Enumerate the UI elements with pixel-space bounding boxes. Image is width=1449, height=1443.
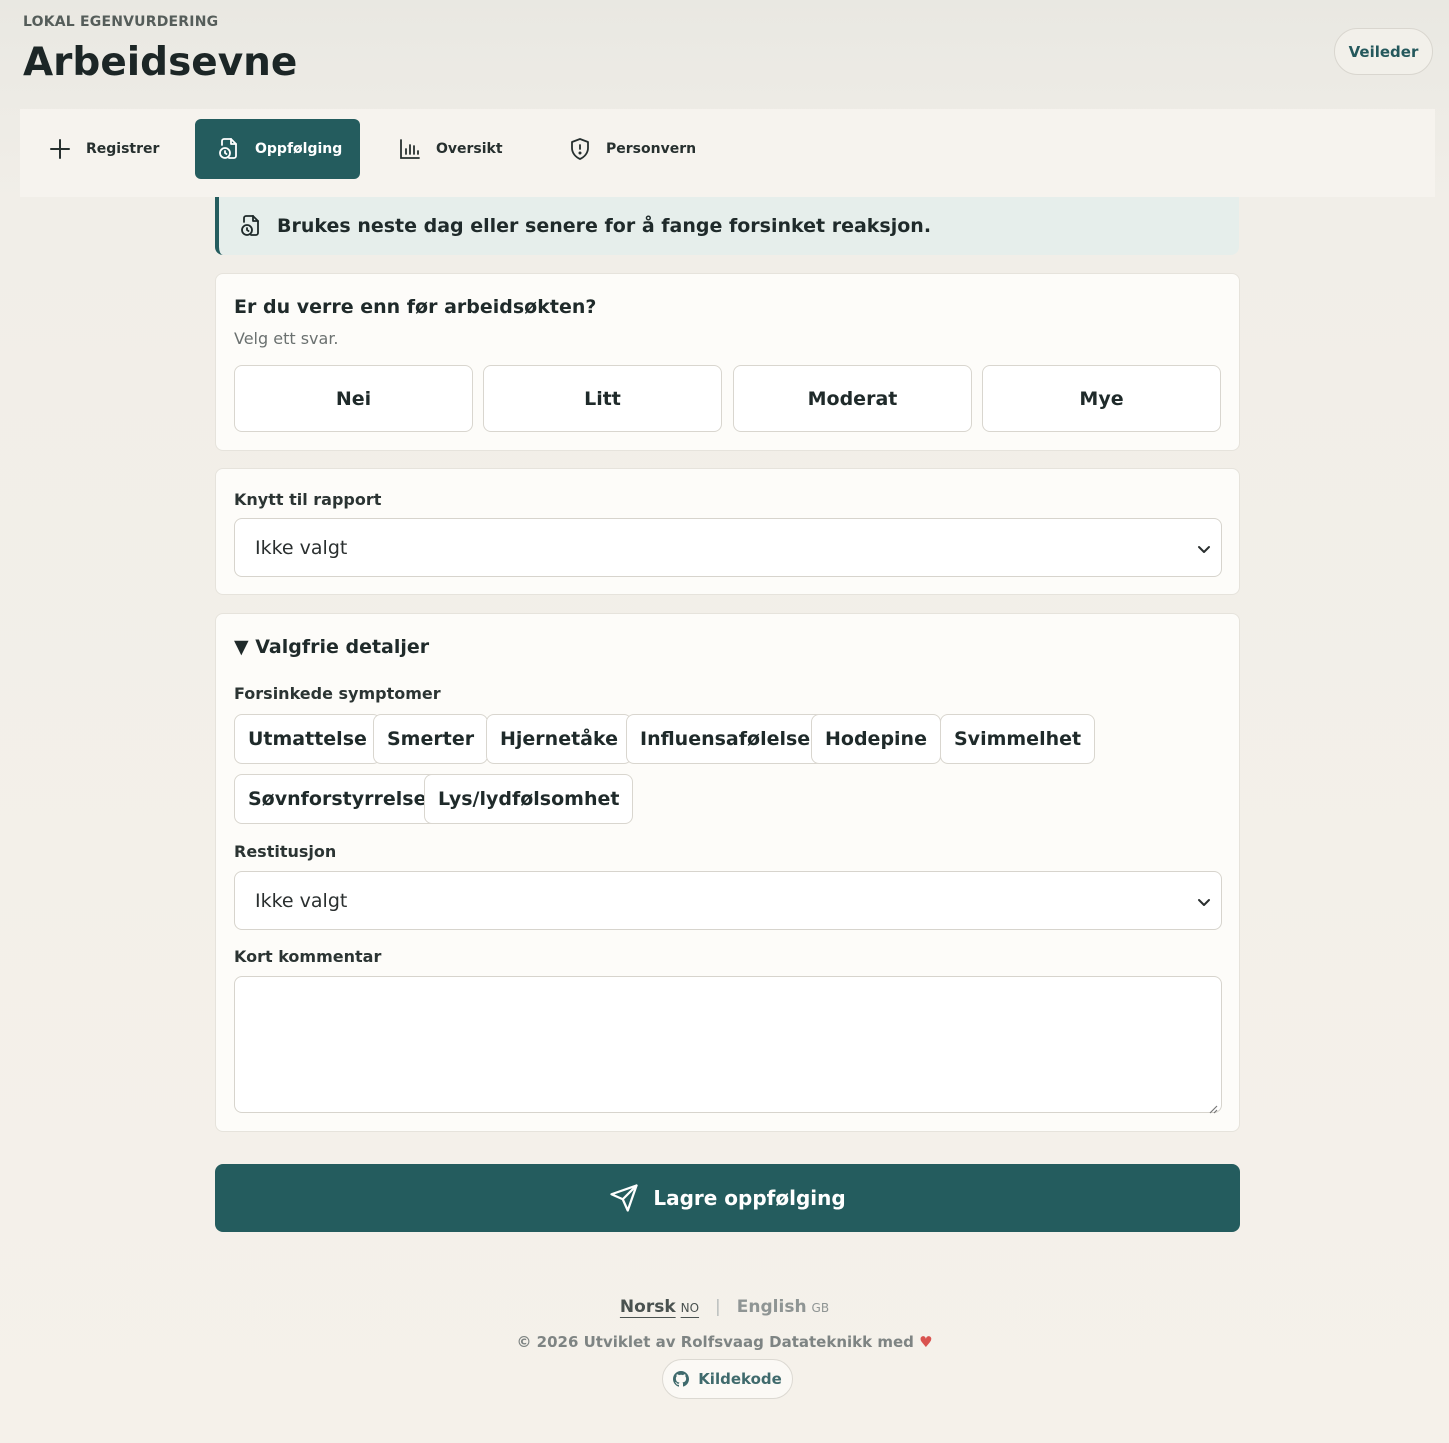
option-moderat[interactable]: Moderat [733, 365, 972, 432]
symptom-chip[interactable]: Influensafølelse [626, 714, 825, 764]
restitution-select[interactable]: Ikke valgt [234, 871, 1222, 930]
option-nei[interactable]: Nei [234, 365, 473, 432]
question-card: Er du verre enn før arbeidsøkten? Velg e… [215, 273, 1240, 451]
question-title: Er du verre enn før arbeidsøkten? [234, 296, 597, 318]
comment-label: Kort kommentar [234, 947, 382, 966]
save-followup-label: Lagre oppfølging [653, 1186, 846, 1210]
lang-english[interactable]: English GB [737, 1297, 829, 1317]
restitution-label: Restitusjon [234, 842, 337, 861]
source-code-button[interactable]: Kildekode [662, 1359, 793, 1399]
tab-oversikt[interactable]: Oversikt [398, 119, 538, 179]
copyright: © 2026 Utviklet av Rolfsvaag Datateknikk… [0, 1333, 1449, 1351]
report-label: Knytt til rapport [234, 490, 382, 509]
tab-label: Oversikt [436, 141, 503, 157]
info-text: Brukes neste dag eller senere for å fang… [277, 215, 932, 237]
heart-icon: ♥ [919, 1333, 933, 1351]
symptom-chip[interactable]: Svimmelhet [940, 714, 1096, 764]
header-eyebrow: LOKAL EGENVURDERING [23, 14, 219, 30]
report-select-value: Ikke valgt [255, 536, 348, 559]
chevron-down-icon [1197, 539, 1211, 553]
tab-label: Personvern [606, 141, 697, 157]
role-button[interactable]: Veileder [1334, 28, 1433, 75]
info-banner: Brukes neste dag eller senere for å fang… [215, 197, 1239, 255]
tab-label: Registrer [86, 141, 160, 157]
resize-grip-icon[interactable] [1208, 1099, 1218, 1114]
details-toggle[interactable]: ▼ Valgfrie detaljer [234, 636, 429, 658]
symptoms-label: Forsinkede symptomer [234, 684, 441, 703]
github-icon [673, 1371, 690, 1387]
save-followup-button[interactable]: Lagre oppfølging [215, 1164, 1240, 1232]
shield-icon [568, 137, 592, 161]
details-card: ▼ Valgfrie detaljer Forsinkede symptomer… [215, 613, 1240, 1132]
report-card: Knytt til rapport Ikke valgt [215, 468, 1240, 595]
clock-document-icon [239, 214, 263, 238]
chevron-down-icon [1197, 892, 1211, 906]
symptom-chip[interactable]: Utmattelse [234, 714, 381, 764]
send-icon [609, 1183, 639, 1213]
lang-norsk-label: Norsk [619, 1297, 676, 1317]
tab-personvern[interactable]: Personvern [568, 119, 728, 179]
symptom-chip[interactable]: Hodepine [811, 714, 941, 764]
tab-bar: Registrer Oppfølging Oversikt Personvern [20, 109, 1435, 197]
source-code-label: Kildekode [698, 1370, 782, 1388]
question-hint: Velg ett svar. [234, 329, 339, 348]
page-title: Arbeidsevne [23, 40, 298, 85]
option-mye[interactable]: Mye [982, 365, 1221, 432]
lang-english-code: GB [811, 1301, 830, 1315]
lang-norsk[interactable]: Norsk NO [620, 1297, 699, 1317]
lang-english-label: English [736, 1297, 807, 1317]
bar-chart-icon [398, 137, 422, 161]
lang-norsk-code: NO [680, 1301, 700, 1315]
language-switcher: Norsk NO | English GB [0, 1297, 1449, 1317]
symptom-chip[interactable]: Hjernetåke [486, 714, 632, 764]
plus-icon [48, 137, 72, 161]
symptom-chip[interactable]: Smerter [373, 714, 489, 764]
option-litt[interactable]: Litt [483, 365, 722, 432]
tab-registrer[interactable]: Registrer [48, 119, 188, 179]
lang-separator: | [715, 1297, 721, 1317]
report-select[interactable]: Ikke valgt [234, 518, 1222, 577]
symptom-chip[interactable]: Lys/lydfølsomhet [424, 774, 634, 824]
tab-oppfolging[interactable]: Oppfølging [195, 119, 360, 179]
clock-document-icon [217, 137, 241, 161]
tab-label: Oppfølging [255, 141, 343, 157]
symptom-chip[interactable]: Søvnforstyrrelse [234, 774, 441, 824]
comment-textarea[interactable] [234, 976, 1222, 1114]
copyright-text: © 2026 Utviklet av Rolfsvaag Datateknikk… [516, 1333, 914, 1351]
restitution-select-value: Ikke valgt [255, 889, 348, 912]
